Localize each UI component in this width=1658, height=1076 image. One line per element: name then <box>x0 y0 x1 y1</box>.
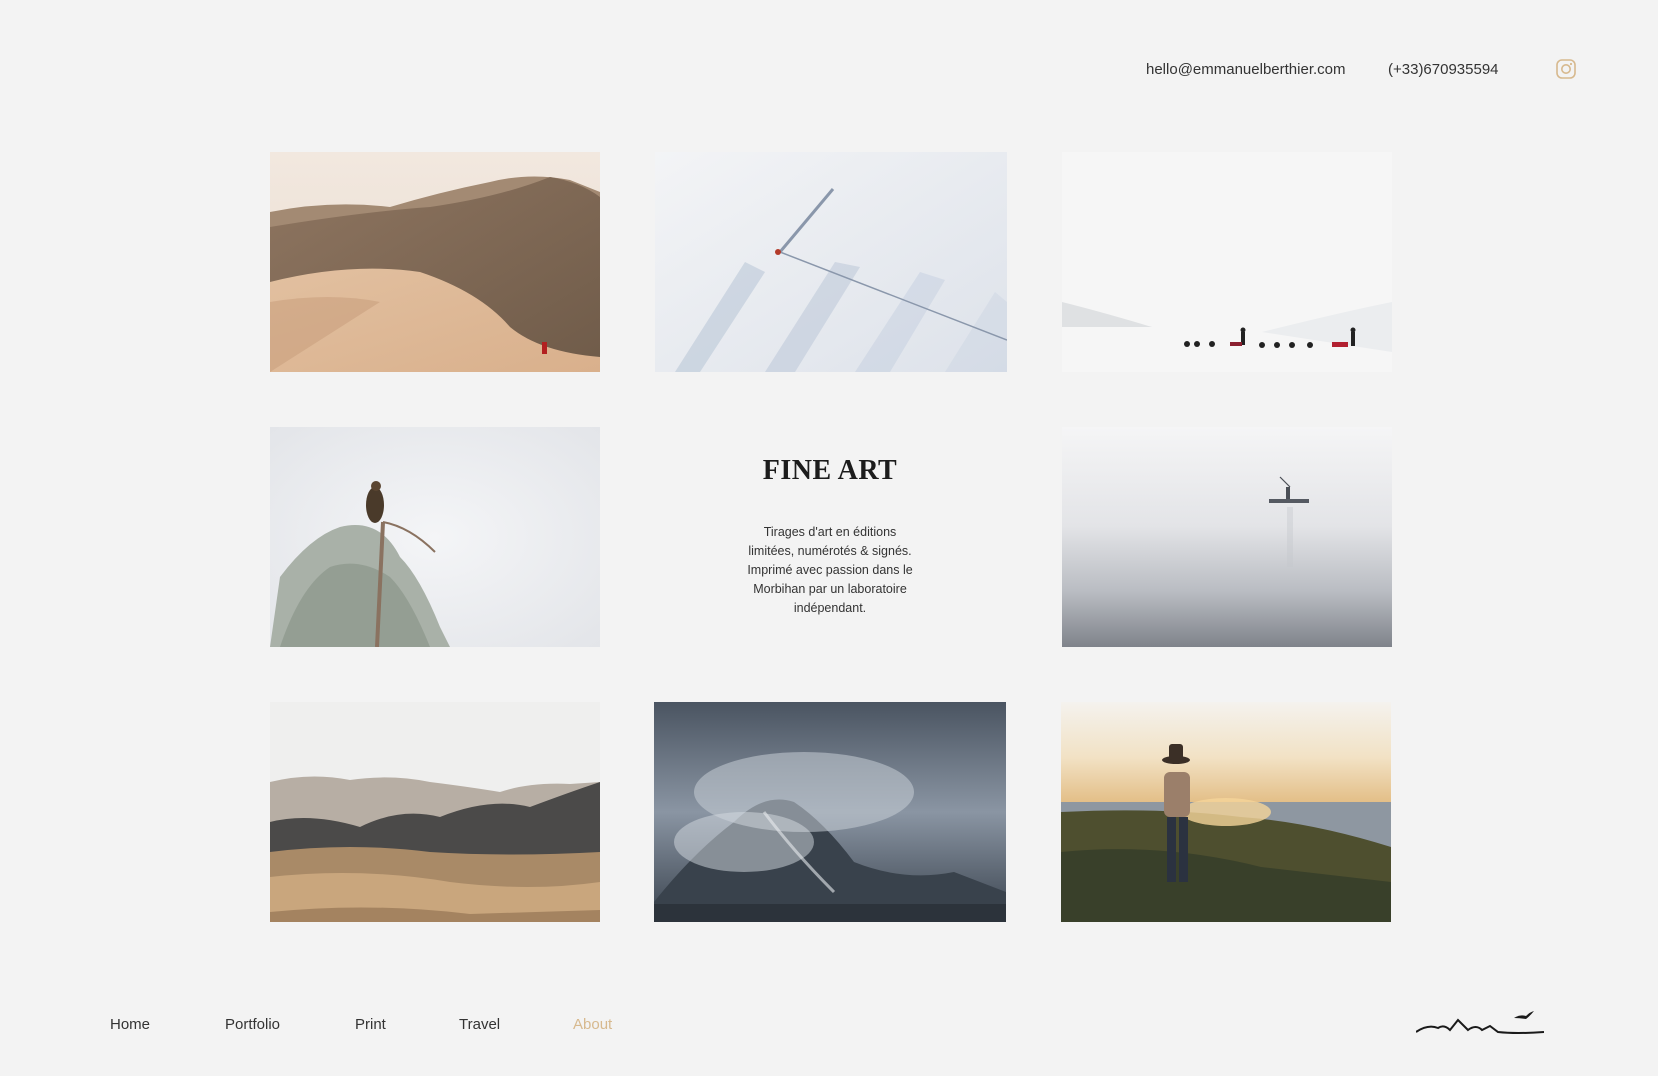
stormy-mountain-photo[interactable] <box>654 702 1006 922</box>
desert-mountains-photo[interactable] <box>270 702 600 922</box>
fine-art-description: Tirages d'art en éditions limitées, numé… <box>747 525 913 615</box>
woman-sunset-coast-photo[interactable] <box>1061 702 1391 922</box>
nav-item-print[interactable]: Print <box>355 1016 386 1033</box>
dog-sled-snow-photo[interactable] <box>1062 152 1392 372</box>
mountain-bird-logo-icon[interactable] <box>1415 1010 1545 1036</box>
eagle-on-tree-photo[interactable] <box>270 427 600 647</box>
nav-item-home[interactable]: Home <box>110 1016 150 1033</box>
nav-item-about[interactable]: About <box>573 1016 612 1033</box>
phone-link[interactable]: (+33)670935594 <box>1388 61 1499 78</box>
footer-nav: Home Portfolio Print Travel About <box>0 1016 1658 1038</box>
desert-dunes-photo[interactable] <box>270 152 600 372</box>
instagram-icon[interactable] <box>1555 58 1577 80</box>
email-link[interactable]: hello@emmanuelberthier.com <box>1146 61 1346 78</box>
misty-boat-photo[interactable] <box>1062 427 1392 647</box>
header-contact: hello@emmanuelberthier.com (+33)67093559… <box>0 58 1658 82</box>
fine-art-feature: FINE ART Tirages d'art en éditions limit… <box>730 455 930 618</box>
snow-skier-aerial-photo[interactable] <box>655 152 1007 372</box>
nav-item-portfolio[interactable]: Portfolio <box>225 1016 280 1033</box>
fine-art-title: FINE ART <box>762 455 898 486</box>
nav-item-travel[interactable]: Travel <box>459 1016 500 1033</box>
